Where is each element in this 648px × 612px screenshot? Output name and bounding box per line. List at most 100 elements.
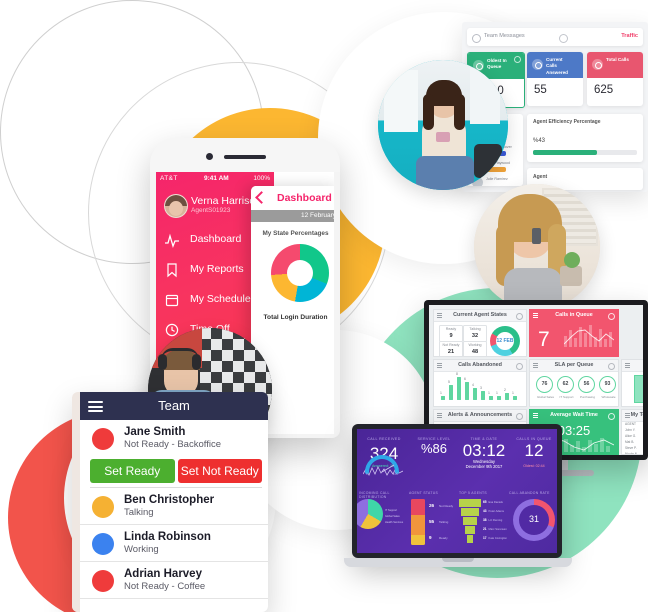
agent-score: 17 <box>483 536 487 540</box>
efficiency-progress-bar <box>533 150 637 155</box>
kpi-header: Current Calls Answered <box>527 52 583 78</box>
my-team-row[interactable]: Nicole N. <box>625 452 643 455</box>
agent-name: Nicole N. <box>625 452 638 455</box>
kpi-value: 12 <box>524 441 544 460</box>
state-name: Ready <box>445 327 457 332</box>
laptop-device: CALL RECEIVED 324 Answered: 299 SERVICE … <box>344 424 572 576</box>
kpi-card-total-calls[interactable]: Total Calls 625 <box>587 52 643 106</box>
settings-icon[interactable] <box>516 413 523 420</box>
legend-item: Global Sales <box>385 515 400 518</box>
gauge-value: 76 <box>541 381 548 388</box>
agent-score: 65 <box>483 500 487 504</box>
kpi-sub: Oldest: 02:44 <box>523 464 545 468</box>
list-item[interactable]: Adrian Harvey Not Ready - Coffee <box>80 562 268 599</box>
member-name: Jane Smith <box>124 426 186 438</box>
team-messages-search-bar[interactable]: Team Messages Traffic <box>467 28 643 46</box>
state-tile-working: Working 48 <box>463 341 487 356</box>
my-team-row[interactable]: John Y. <box>625 428 643 434</box>
settings-icon[interactable] <box>516 313 523 320</box>
member-name: Ben Christopher <box>124 494 215 506</box>
action-button-row: Set Ready Set Not Ready <box>90 459 262 483</box>
panel-header: Calls in Queue <box>530 310 618 322</box>
agent-name: Eva Daniels <box>488 501 503 504</box>
panel-current-agent-states: Current Agent States Ready 9 Talking 32 … <box>433 309 527 357</box>
panel-title: SLA per Queue <box>554 362 594 369</box>
state-name: Not Ready <box>442 343 460 348</box>
settings-icon[interactable] <box>608 413 615 420</box>
avatar[interactable] <box>164 194 188 218</box>
laptop-screen: CALL RECEIVED 324 Answered: 299 SERVICE … <box>357 429 557 553</box>
pulse-icon <box>164 232 180 248</box>
panel-title: Alerts & Announcements <box>447 412 513 419</box>
back-chevron-icon[interactable] <box>255 191 268 204</box>
status-name: Ready <box>439 536 448 540</box>
member-name: Adrian Harvey <box>124 568 202 580</box>
panel-calls-in-queue: Calls in Queue 7 <box>529 309 619 357</box>
kpi-value: 625 <box>594 84 614 96</box>
state-value: 21 <box>447 349 455 355</box>
list-item[interactable]: Ben Christopher Talking <box>80 488 268 525</box>
phone-bezel <box>150 138 340 172</box>
calendar-icon <box>164 292 180 308</box>
set-not-ready-button[interactable]: Set Not Ready <box>177 459 262 483</box>
battery-label: 100% <box>253 175 270 182</box>
section-title: My State Percentages <box>262 230 329 237</box>
clock-label: 9:41 AM <box>204 175 229 182</box>
sla-gauge-it-support: 62 IT Support <box>557 376 574 399</box>
panel-label: AGENT STATUS <box>409 491 439 495</box>
agent-name: Alice G. <box>625 434 637 438</box>
state-tile-ready: Ready 9 <box>439 325 463 342</box>
sla-gauge-wholesale: 93 Wholesale <box>599 376 616 399</box>
status-name: Talking <box>439 520 449 524</box>
state-name: Talking <box>469 327 481 332</box>
traffic-link[interactable]: Traffic <box>621 33 638 39</box>
phone-icon <box>592 59 603 70</box>
panel-title: Calls Abandoned <box>458 362 502 369</box>
abandon-rate-value: 31 <box>528 514 539 524</box>
search-placeholder: Team Messages <box>484 33 525 39</box>
agent-name: Peter Adams <box>488 510 504 513</box>
donut-center-label: 12 FEB <box>496 338 514 344</box>
state-value: 48 <box>471 349 479 355</box>
state-tile-talking: Talking 32 <box>463 325 487 342</box>
my-team-row[interactable]: Mat B. <box>625 440 643 446</box>
status-dot <box>92 496 114 518</box>
settings-icon[interactable] <box>608 313 615 320</box>
page-title: Dashboard <box>277 192 332 204</box>
team-member-list: Jane Smith Not Ready - Backoffice Set Re… <box>80 420 268 612</box>
drag-handle-icon[interactable] <box>625 363 630 368</box>
panel-header: Calls Abandoned <box>434 360 526 372</box>
panel-title: Agent <box>533 174 548 180</box>
panel-header: Average Wait Time <box>530 410 618 422</box>
set-ready-button[interactable]: Set Ready <box>90 459 175 483</box>
laptop-frame: CALL RECEIVED 324 Answered: 299 SERVICE … <box>352 424 562 558</box>
laptop-trackpad-notch <box>442 558 474 562</box>
agent-name: Kate Covington <box>488 537 507 540</box>
list-item[interactable]: Linda Robinson Working <box>80 525 268 562</box>
photo-woman-on-phone-call <box>474 184 600 310</box>
efficiency-value: %43 <box>533 138 546 144</box>
settings-icon[interactable] <box>516 363 523 370</box>
list-item[interactable]: Jane Smith Not Ready - Backoffice <box>80 420 268 456</box>
svg-text:100: 100 <box>393 472 399 475</box>
my-team-row[interactable]: Steve P. <box>625 446 643 452</box>
settings-icon[interactable] <box>608 363 615 370</box>
my-team-row[interactable]: Alice G. <box>625 434 643 440</box>
state-value: 32 <box>471 333 479 339</box>
agent-name: Mat B. <box>625 440 635 444</box>
agent-score: 38 <box>483 518 487 522</box>
panel-header <box>622 360 643 372</box>
page-title: Team <box>158 398 190 413</box>
panel-sla-per-queue: SLA per Queue 76 Global Sales 62 IT Supp… <box>529 359 619 407</box>
kpi-value: 03:12 <box>462 441 506 460</box>
camera-icon <box>206 153 213 160</box>
agent-id: AgentS01923 <box>191 207 231 214</box>
status-dot <box>92 428 114 450</box>
kpi-value: %86 <box>420 441 448 456</box>
state-percentages-donut-chart <box>271 244 329 302</box>
close-icon[interactable] <box>514 56 521 63</box>
panel-header: SLA per Queue <box>530 360 618 372</box>
kpi-card-current-calls-answered[interactable]: Current Calls Answered 55 <box>527 52 583 106</box>
panel-header: Dashboard <box>251 186 334 210</box>
gear-icon[interactable] <box>559 33 568 43</box>
